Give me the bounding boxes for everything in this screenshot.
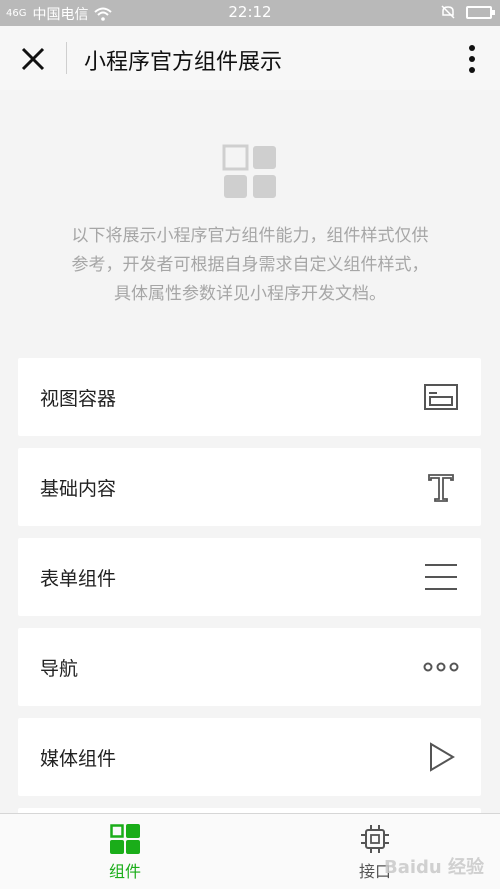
menu-item-basic-content[interactable]: 基础内容 bbox=[18, 448, 481, 526]
more-icon[interactable] bbox=[468, 44, 476, 74]
intro-description: 以下将展示小程序官方组件能力，组件样式仅供 参考，开发者可根据自身需求自定义组件… bbox=[40, 222, 460, 309]
play-icon bbox=[430, 742, 455, 772]
close-icon[interactable] bbox=[18, 44, 48, 74]
mute-icon bbox=[441, 5, 455, 19]
tab-bar: 组件 接口 Baidu 经验 bbox=[0, 813, 500, 889]
intro-line: 以下将展示小程序官方组件能力，组件样式仅供 bbox=[71, 226, 429, 246]
menu-item-label: 媒体组件 bbox=[40, 748, 117, 770]
chip-icon bbox=[361, 825, 389, 853]
dots-icon bbox=[423, 662, 459, 672]
component-menu: 视图容器 基础内容 表单组件 导航 媒体组件 bbox=[18, 358, 481, 836]
view-container-icon bbox=[424, 384, 458, 410]
menu-item-navigation[interactable]: 导航 bbox=[18, 628, 481, 706]
watermark: Baidu 经验 bbox=[383, 857, 484, 878]
menu-item-form[interactable]: 表单组件 bbox=[18, 538, 481, 616]
text-icon bbox=[428, 474, 454, 502]
intro-line: 参考，开发者可根据自身需求自定义组件样式， bbox=[71, 255, 429, 275]
status-bar: 46G 中国电信 22:12 bbox=[0, 0, 500, 26]
menu-item-media[interactable]: 媒体组件 bbox=[18, 718, 481, 796]
tab-label: 组件 bbox=[108, 862, 141, 881]
nav-divider bbox=[66, 42, 67, 74]
tab-components[interactable]: 组件 bbox=[75, 824, 175, 882]
menu-item-view-container[interactable]: 视图容器 bbox=[18, 358, 481, 436]
status-time: 22:12 bbox=[228, 3, 272, 21]
menu-item-label: 视图容器 bbox=[40, 388, 117, 410]
intro-line: 具体属性参数详见小程序开发文档。 bbox=[114, 284, 386, 304]
status-right bbox=[440, 4, 495, 20]
menu-item-label: 基础内容 bbox=[40, 478, 117, 500]
menu-item-label: 表单组件 bbox=[40, 568, 117, 590]
battery-icon bbox=[466, 5, 495, 19]
components-tab-icon bbox=[110, 824, 140, 854]
page-title: 小程序官方组件展示 bbox=[84, 50, 283, 75]
menu-item-label: 导航 bbox=[40, 658, 79, 680]
form-lines-icon bbox=[425, 564, 457, 590]
nav-bar: 小程序官方组件展示 bbox=[0, 26, 500, 90]
components-grid-icon bbox=[222, 144, 276, 198]
